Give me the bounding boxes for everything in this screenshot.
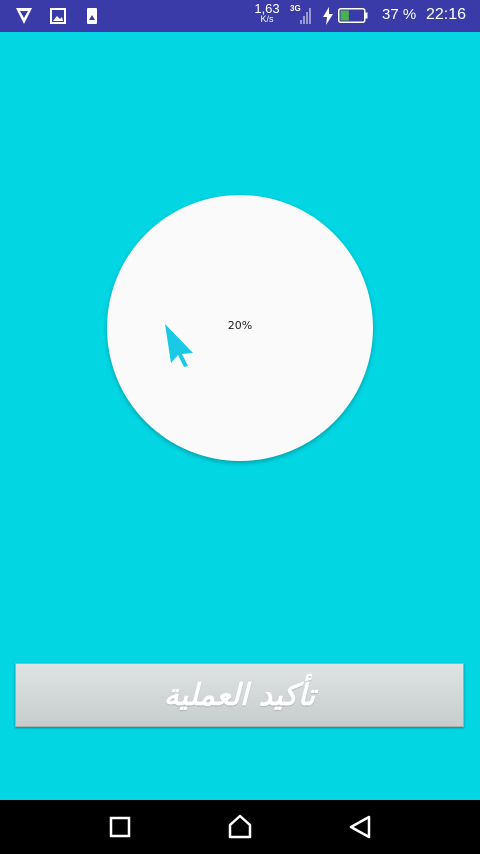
progress-percent: 20% [227,319,253,332]
network-speed: 1,63 K/s [252,1,282,25]
navigation-bar [0,800,480,854]
signal-icon [300,8,311,24]
back-icon [349,815,371,839]
sim-app-icon [87,8,97,24]
battery-percent: 37 % [382,6,417,23]
shield-app-icon [16,8,32,24]
clock: 22:16 [426,6,467,23]
home-icon [228,814,252,839]
status-bar: 1,63 K/s 3G 37 % 22:16 [0,0,480,32]
gallery-icon [50,8,66,24]
network-speed-value: 1,63 [254,1,280,16]
recents-icon [109,816,131,838]
notification-icons [14,6,102,26]
confirm-operation-button[interactable]: تأكيد العملية [15,663,464,727]
home-button[interactable] [225,812,255,842]
charging-icon [323,7,333,25]
battery-icon [338,8,368,23]
progress-circle: 20% [107,195,373,461]
recents-button[interactable] [105,812,135,842]
back-button[interactable] [345,812,375,842]
signal-indicator: 3G [290,4,312,26]
